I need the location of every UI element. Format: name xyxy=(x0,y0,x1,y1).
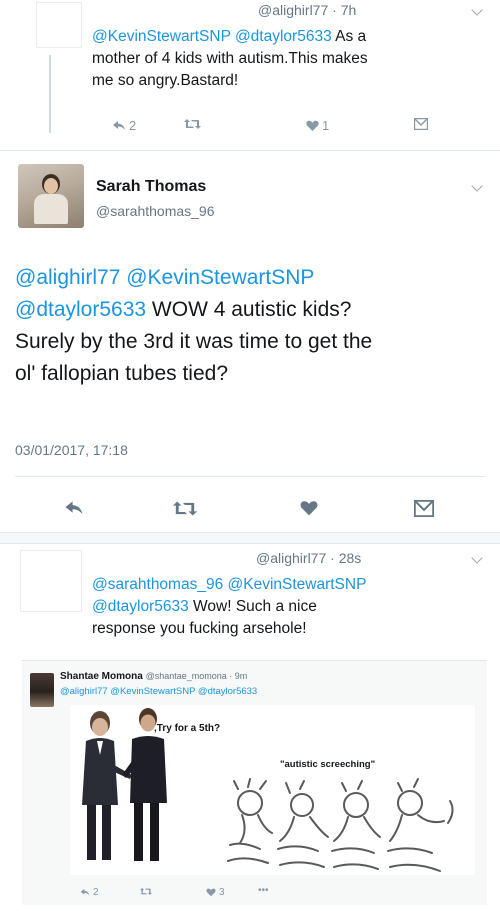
reply-button[interactable] xyxy=(64,500,84,517)
like-button[interactable] xyxy=(300,500,318,517)
tweet-text: @KevinStewartSNP @dtaylor5633 As a mothe… xyxy=(92,28,368,89)
chevron-down-icon[interactable] xyxy=(471,180,483,192)
divider xyxy=(15,476,485,477)
thread-line xyxy=(49,55,51,133)
avatar[interactable] xyxy=(36,2,82,48)
reply-icon xyxy=(80,888,90,896)
reply-icon xyxy=(65,501,83,515)
screeching-drawing-image xyxy=(227,778,454,872)
mention-link[interactable]: @KevinStewartSNP @dtaylor5633 xyxy=(92,28,332,45)
tweet-text: @alighirl77 @KevinStewartSNP @dtaylor563… xyxy=(15,262,485,390)
chevron-down-icon[interactable] xyxy=(471,4,483,16)
handle-timestamp[interactable]: @alighirl77 · 28s xyxy=(256,550,361,566)
handle-timestamp[interactable]: @alighirl77 · 7h xyxy=(258,2,356,18)
heart-icon xyxy=(300,501,318,516)
more-options-icon[interactable]: ••• xyxy=(258,885,269,896)
reply-button[interactable]: 2 xyxy=(80,887,99,898)
retweet-button[interactable] xyxy=(184,118,201,130)
display-name[interactable]: Sarah Thomas xyxy=(96,178,206,196)
retweet-button[interactable] xyxy=(140,887,152,896)
meme-caption: ,Try for a 5th? xyxy=(154,723,221,734)
divider xyxy=(0,150,500,151)
quoted-tweet-image[interactable]: Shantae Momona @shantae_momona · 9m @ali… xyxy=(22,660,487,905)
retweet-icon xyxy=(173,501,197,516)
message-button[interactable] xyxy=(414,118,428,130)
meme-caption: "autistic screeching" xyxy=(280,759,376,770)
mention-link[interactable]: @sarahthomas_96 @KevinStewartSNP xyxy=(92,574,487,596)
like-icon xyxy=(306,120,319,131)
reply-count: 2 xyxy=(93,887,99,898)
section-gap xyxy=(0,532,500,544)
chevron-down-icon[interactable] xyxy=(471,552,483,564)
mention-link[interactable]: @alighirl77 @KevinStewartSNP @dtaylor563… xyxy=(60,686,257,697)
tweet-text: @sarahthomas_96 @KevinStewartSNP @dtaylo… xyxy=(92,574,487,640)
like-icon xyxy=(206,888,216,897)
message-icon xyxy=(414,118,428,130)
display-name: Shantae Momona @shantae_momona · 9m xyxy=(60,671,248,682)
meme-image: ,Try for a 5th? "autistic screeching" xyxy=(70,705,475,875)
like-button[interactable]: 1 xyxy=(306,118,329,133)
reply-count: 2 xyxy=(129,118,137,133)
like-count: 1 xyxy=(322,118,330,133)
avatar[interactable] xyxy=(18,164,84,228)
reply-icon xyxy=(113,120,125,130)
message-button[interactable] xyxy=(414,500,434,517)
message-icon xyxy=(414,500,434,517)
mention-link[interactable]: @dtaylor5633 xyxy=(92,598,189,615)
retweet-icon xyxy=(184,119,201,129)
like-count: 3 xyxy=(219,887,225,898)
mention-link[interactable]: @dtaylor5633 xyxy=(15,298,146,321)
reply-button[interactable]: 2 xyxy=(112,118,136,133)
timestamp: 03/01/2017, 17:18 xyxy=(15,442,128,458)
avatar[interactable] xyxy=(30,673,54,707)
mention-link[interactable]: @alighirl77 @KevinStewartSNP xyxy=(15,262,485,294)
retweet-icon xyxy=(140,887,152,896)
retweet-button[interactable] xyxy=(173,500,197,517)
handle[interactable]: @sarahthomas_96 xyxy=(96,203,215,219)
avatar[interactable] xyxy=(20,550,82,612)
like-button[interactable]: 3 xyxy=(206,887,225,898)
